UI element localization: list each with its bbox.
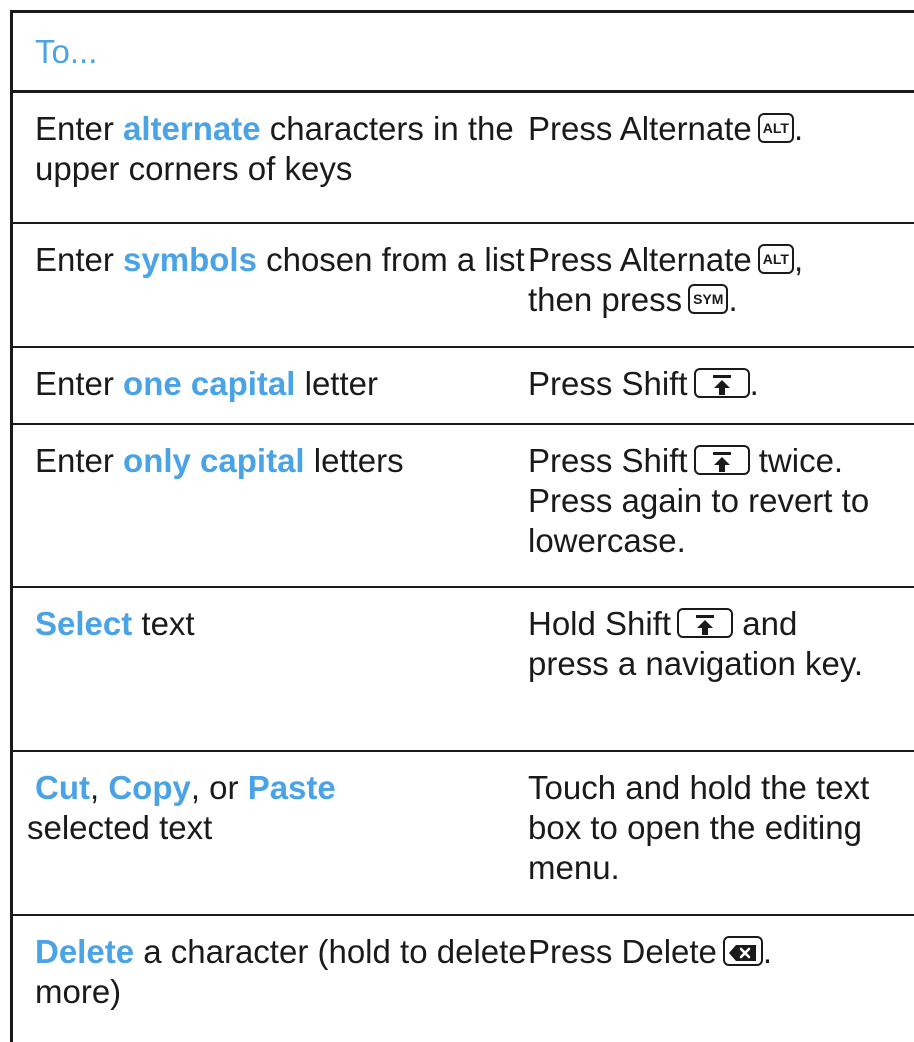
action-cell: Enter only capital letters (35, 442, 404, 479)
instruction-cell: Touch and hold the text box to open the … (528, 769, 870, 886)
highlight-term: alternate (123, 110, 261, 147)
highlight-term: Copy (108, 769, 191, 806)
instruction-cell: Press Delete. (528, 933, 773, 970)
table-row: Enter one capital letter Press Shift. (13, 348, 914, 425)
highlight-term: Delete (35, 933, 135, 970)
instruction-cell: Press Shift. (528, 365, 759, 402)
instruction-cell: Press Shift twice. Press again to revert… (528, 442, 870, 559)
highlight-term: Cut (35, 769, 90, 806)
action-cell: Enter one capital letter (35, 365, 378, 402)
action-cell: Delete a character (hold to delete more) (35, 933, 527, 1010)
highlight-term: one capital (123, 365, 296, 402)
shift-key-icon (693, 368, 750, 399)
table-row: Enter only capital letters Press Shift t… (13, 425, 914, 588)
instruction-cell: Press Alternate ALT, then press SYM. (528, 241, 804, 318)
alt-key-icon: ALT (757, 113, 794, 144)
sym-key-icon: SYM (688, 284, 729, 315)
action-cell: Enter alternate characters in the upper … (35, 110, 514, 187)
table-header: To... (13, 13, 914, 93)
table-row: Enter symbols chosen from a list Press A… (13, 224, 914, 348)
instruction-cell: Press Alternate ALT. (528, 110, 804, 147)
delete-key-icon (722, 936, 763, 967)
shift-key-icon (693, 445, 750, 476)
table-row: Select text Hold Shift and press a navig… (13, 588, 914, 752)
header-label: To... (35, 32, 98, 70)
highlight-term: Paste (247, 769, 336, 806)
action-cell: Enter symbols chosen from a list (35, 241, 525, 278)
shortcut-table: To... Enter alternate characters in the … (10, 10, 914, 1042)
table-row: Cut, Copy, or Paste selected text Touch … (13, 752, 914, 916)
highlight-term: only capital (123, 442, 305, 479)
action-cell: Cut, Copy, or Paste selected text (27, 769, 336, 846)
shift-key-icon (677, 608, 734, 639)
instruction-cell: Hold Shift and press a navigation key. (528, 605, 864, 682)
highlight-term: Select (35, 605, 133, 642)
highlight-term: symbols (123, 241, 257, 278)
table-row: Enter alternate characters in the upper … (13, 93, 914, 224)
action-cell: Select text (35, 605, 195, 642)
alt-key-icon: ALT (757, 244, 794, 275)
table-row: Delete a character (hold to delete more)… (13, 916, 914, 1042)
